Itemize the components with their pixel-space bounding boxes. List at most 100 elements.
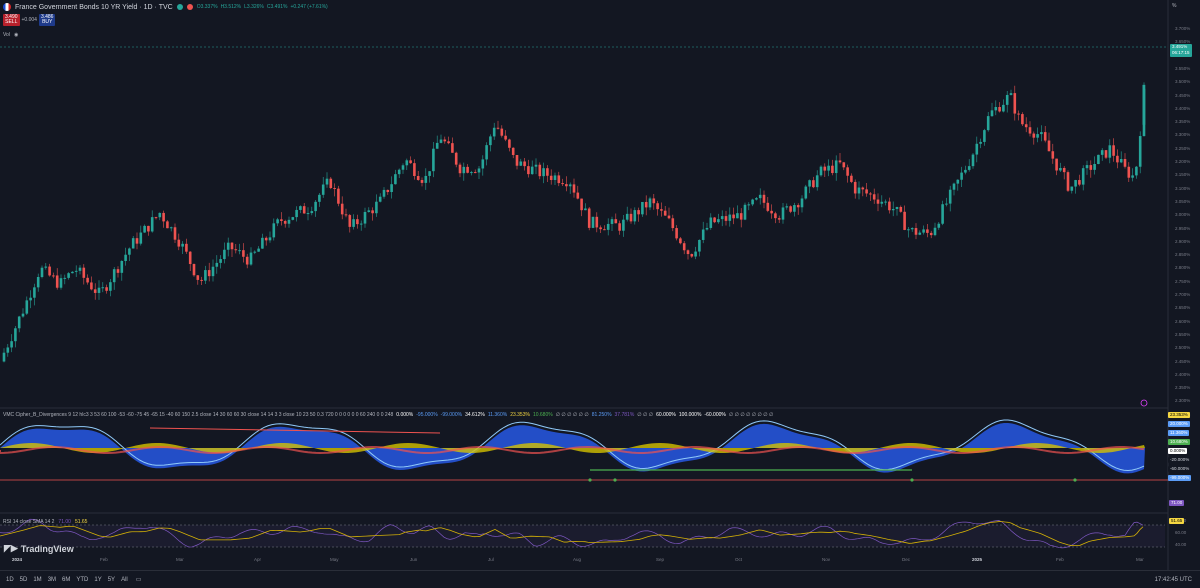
candle-body (291, 217, 295, 220)
candle-body (413, 163, 416, 176)
candle-body (888, 201, 891, 211)
candle-body (48, 266, 51, 276)
candle-body (686, 250, 690, 255)
time-axis-label: Feb (100, 557, 108, 562)
candle-body (447, 141, 450, 144)
candle-body (325, 178, 329, 185)
price-axis-label: 3.400% (1175, 105, 1191, 111)
candle-body (147, 225, 150, 232)
candle-body (439, 139, 443, 143)
range-button-6m[interactable]: 6M (62, 577, 70, 583)
candle-body (333, 188, 336, 190)
range-button-1d[interactable]: 1D (6, 577, 14, 583)
candle-body (177, 239, 181, 247)
rsi-sma-tag: 51.65 (1169, 518, 1185, 524)
candle-body (846, 167, 849, 176)
candle-body (242, 250, 245, 257)
candle-body (1062, 167, 1066, 173)
candle-body (504, 135, 507, 140)
time-axis[interactable]: 2024 Feb Mar Apr May Jun Jul Aug Sep Oct Nov Dec 202… (0, 557, 1160, 567)
candle-body (477, 168, 481, 173)
volume-legend: Vol ◉ (3, 32, 18, 38)
candle-body (990, 110, 994, 117)
rsi-title[interactable]: RSI 14 close SMA 14 2 (3, 519, 54, 525)
price-axis-label: 2.550% (1175, 331, 1191, 337)
candle-body (435, 142, 439, 149)
candle-body (264, 237, 268, 241)
candle-body (781, 207, 785, 220)
candle-body (633, 210, 637, 222)
range-button-3m[interactable]: 3M (48, 577, 56, 583)
time-axis-label: Oct (735, 557, 743, 562)
chart-window: France Government Bonds 10 YR Yield · 1D… (0, 0, 1200, 588)
range-button-1y[interactable]: 1Y (94, 577, 101, 583)
candle-body (181, 243, 184, 247)
range-button-1m[interactable]: 1M (33, 577, 41, 583)
candle-body (215, 262, 219, 267)
vmc-value: 23.353% (510, 412, 530, 418)
candle-body (709, 217, 713, 228)
calendar-icon[interactable]: ▭ (136, 576, 142, 583)
candle-body (86, 277, 89, 283)
candle-body (390, 184, 393, 193)
candle-body (542, 168, 545, 177)
candle-body (546, 168, 549, 176)
price-chart[interactable] (0, 0, 1200, 570)
candle-body (139, 232, 143, 244)
price-axis[interactable]: 3.700%3.650%3.600%3.550%3.500%3.450%3.40… (1172, 0, 1200, 417)
time-axis-label: Mar (176, 557, 184, 562)
candle-body (481, 159, 485, 169)
candle-body (701, 229, 705, 240)
candle-body (641, 201, 644, 215)
candle-body (755, 198, 758, 200)
candle-body (36, 277, 40, 288)
symbol-title[interactable]: France Government Bonds 10 YR Yield · 1D… (15, 4, 173, 11)
candle-body (1024, 124, 1028, 128)
candle-body (971, 154, 975, 167)
vmc-value: ∅ ∅ ∅ (637, 412, 654, 418)
eye-icon[interactable]: ◉ (14, 32, 18, 38)
candle-body (1013, 93, 1017, 114)
candle-body (135, 238, 139, 244)
range-button-5d[interactable]: 5D (20, 577, 28, 583)
candle-body (82, 267, 86, 278)
range-button-5y[interactable]: 5Y (108, 577, 115, 583)
range-button-ytd[interactable]: YTD (76, 577, 88, 583)
candle-body (534, 164, 538, 167)
vmc-axis-label: 20.000% (1168, 421, 1190, 427)
candle-body (1005, 94, 1009, 105)
price-axis-label: 2.450% (1175, 358, 1191, 364)
candle-body (964, 169, 967, 173)
candle-body (230, 242, 234, 250)
alert-icon (186, 4, 193, 10)
candle-body (131, 238, 135, 249)
candle-body (1002, 104, 1005, 112)
vmc-value: -60.000% (704, 412, 726, 418)
candle-body (458, 164, 462, 174)
candle-body (1009, 93, 1013, 95)
candle-body (302, 206, 306, 214)
range-button-all[interactable]: All (121, 577, 128, 583)
time-axis-label: Jul (488, 557, 494, 562)
candle-body (318, 194, 321, 202)
candle-body (74, 270, 78, 272)
candle-body (1138, 136, 1142, 167)
candle-body (154, 217, 158, 219)
sell-button[interactable]: 3.490 SELL (3, 14, 20, 26)
candle-body (530, 166, 534, 175)
vmc-axis-label: -60.000% (1168, 466, 1192, 472)
candle-body (185, 243, 188, 252)
time-axis-label: 2025 (972, 557, 983, 562)
candle-body (629, 213, 633, 222)
vmc-title[interactable]: VMC Cipher_B_Divergences 9 12 hlc3 3 53 … (3, 412, 393, 418)
candle-body (625, 213, 629, 220)
vmc-axis: 23.353% 20.000% 11.360% 10.680% 0.000% -20.00… (1168, 408, 1200, 488)
candle-body (576, 192, 580, 199)
candle-body (310, 211, 314, 214)
time-axis-label: Feb (1056, 557, 1064, 562)
buy-button[interactable]: 3.486 BUY (38, 14, 56, 26)
utc-clock[interactable]: 17:42:45 UTC (1155, 577, 1192, 583)
trade-buttons: 3.490 SELL +0.004 3.486 BUY (3, 14, 56, 26)
vmc-value: ∅ ∅ ∅ ∅ ∅ ∅ ∅ ∅ (728, 412, 774, 418)
candle-body (667, 215, 671, 219)
